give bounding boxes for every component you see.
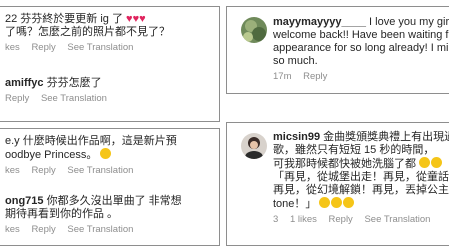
see-translation-link[interactable]: See Translation (67, 165, 133, 176)
likes-count[interactable]: kes (5, 42, 20, 53)
reply-link[interactable]: Reply (5, 93, 29, 104)
reply-link[interactable]: Reply (303, 71, 327, 82)
smiley-emoji-icon (331, 197, 343, 208)
comment-time: 17m (273, 71, 292, 82)
reply-link[interactable]: Reply (31, 224, 55, 235)
smiley-emoji-icon (419, 157, 431, 168)
comment-text: oodbye Princess。 (5, 149, 98, 161)
avatar[interactable] (241, 133, 267, 159)
smiley-emoji-icon (343, 197, 355, 208)
comment-text: I love you my girl (369, 16, 449, 28)
comment-text: 再見，從幻境解鎖！再見，丟掉公主 (273, 184, 449, 196)
comment-username[interactable]: micsin99 (273, 131, 320, 143)
see-translation-link[interactable]: See Translation (364, 214, 430, 225)
comment-panel-right-top: mayymayyyy____ I love you my girl welcom… (226, 6, 449, 94)
comment-username[interactable]: amiffyc (5, 77, 44, 89)
smiley-emoji-icon (431, 157, 443, 168)
comment-time: 3 (273, 214, 279, 225)
reply-link[interactable]: Reply (31, 165, 55, 176)
likes-count[interactable]: 1 likes (290, 214, 317, 225)
reply-link[interactable]: Reply (31, 42, 55, 53)
comment-text: 金曲獎頒獎典禮上有出現過 (323, 131, 449, 143)
comment-item: ong715 你都多久沒出單曲了 非常想 期待再看到你的作品 。 kes Rep… (5, 195, 219, 235)
smiley-emoji-icon (319, 197, 331, 208)
comment-text: e.y 什麼時候出作品啊，這是新片預 (5, 135, 177, 147)
comment-text: appearance for so long already! I mi (273, 42, 449, 54)
see-translation-link[interactable]: See Translation (67, 224, 133, 235)
comment-text: 22 芬芬終於要更新 ig 了 (5, 13, 123, 25)
comment-text: 芬芬怎麼了 (46, 77, 102, 89)
comment-panel-left-bottom: e.y 什麼時候出作品啊，這是新片預 oodbye Princess。 kes … (0, 128, 220, 246)
likes-count[interactable]: kes (5, 224, 20, 235)
comment-item: mayymayyyy____ I love you my girl welcom… (273, 16, 449, 82)
comment-text: welcome back!! Have been waiting f (273, 29, 449, 41)
avatar-image (241, 133, 267, 159)
reply-link[interactable]: Reply (329, 214, 353, 225)
comment-item: 22 芬芬終於要更新 ig 了 ♥♥♥ 了嗎？怎麼之前的照片都不見了？ kes … (5, 13, 219, 53)
see-translation-link[interactable]: See Translation (41, 93, 107, 104)
comment-item: e.y 什麼時候出作品啊，這是新片預 oodbye Princess。 kes … (5, 135, 219, 176)
comment-text: tone！」 (273, 198, 317, 210)
comment-text: 期待再看到你的作品 。 (5, 208, 119, 220)
comment-text: 可我那時候都快被她洗腦了都 (273, 158, 416, 170)
smiley-emoji-icon (100, 148, 112, 159)
likes-count[interactable]: kes (5, 165, 20, 176)
comment-text: 歌，雖然只有短短 15 秒的時間， (273, 144, 435, 156)
comment-text: 你都多久沒出單曲了 非常想 (46, 195, 182, 207)
avatar[interactable] (241, 17, 267, 43)
comment-username[interactable]: ong715 (5, 195, 44, 207)
comment-item: micsin99 金曲獎頒獎典禮上有出現過 歌，雖然只有短短 15 秒的時間， … (273, 131, 449, 225)
comment-text: so much. (273, 55, 318, 67)
comment-item: amiffyc 芬芬怎麼了 Reply See Translation (5, 77, 219, 104)
see-translation-link[interactable]: See Translation (67, 42, 133, 53)
comment-panel-left-top: 22 芬芬終於要更新 ig 了 ♥♥♥ 了嗎？怎麼之前的照片都不見了？ kes … (0, 6, 220, 122)
comment-panel-right-bottom: micsin99 金曲獎頒獎典禮上有出現過 歌，雖然只有短短 15 秒的時間， … (226, 122, 449, 246)
comment-text: 了嗎？怎麼之前的照片都不見了？ (5, 26, 170, 38)
comment-text: 「再見，從城堡出走！再見，從童話 (273, 171, 449, 183)
comment-username[interactable]: mayymayyyy____ (273, 16, 366, 28)
avatar-image (241, 17, 267, 43)
heart-icons: ♥♥♥ (126, 13, 146, 25)
